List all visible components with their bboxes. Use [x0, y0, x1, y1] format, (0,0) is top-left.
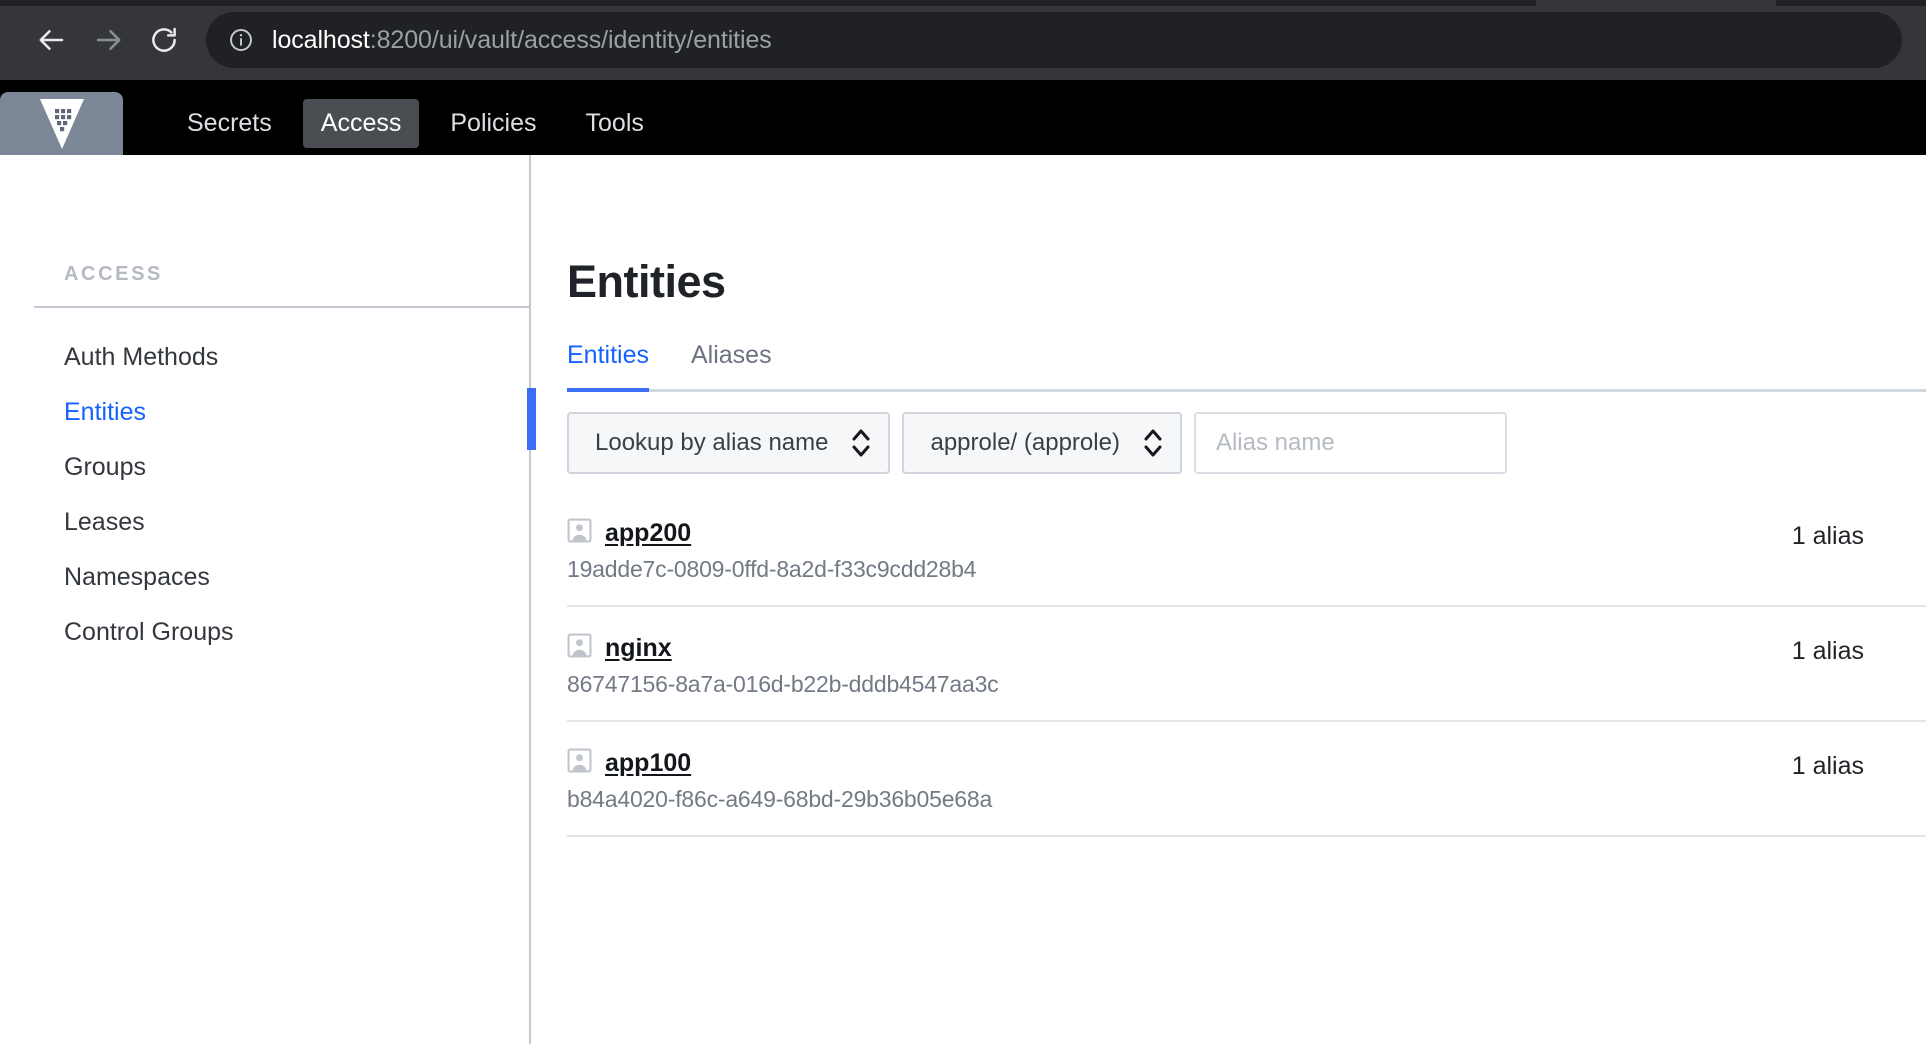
chevron-updown-icon [1142, 425, 1164, 461]
vault-nav-links: Secrets Access Policies Tools [169, 92, 675, 155]
sidebar: ACCESS Auth Methods Entities Groups Leas… [0, 155, 531, 1044]
entity-alias-count: 1 alias [1792, 633, 1926, 666]
vault-logo[interactable] [0, 92, 123, 155]
sidebar-item-groups[interactable]: Groups [0, 440, 529, 495]
alias-name-input[interactable] [1194, 412, 1507, 474]
entity-name-link[interactable]: app200 [605, 519, 691, 548]
entity-id: b84a4020-f86c-a649-68bd-29b36b05e68a [567, 786, 992, 813]
reload-icon [149, 25, 179, 55]
main-content: Entities Entities Aliases Lookup by alia… [531, 155, 1926, 1044]
tab-bar: Entities Aliases [567, 341, 1926, 392]
entity-name-link[interactable]: app100 [605, 749, 691, 778]
lookup-mode-value: Lookup by alias name [595, 429, 828, 457]
back-arrow-icon [37, 25, 67, 55]
site-info-icon[interactable] [228, 27, 254, 53]
entity-alias-count: 1 alias [1792, 518, 1926, 551]
entity-name-line: app200 [567, 518, 976, 548]
vault-top-nav: Secrets Access Policies Tools [0, 80, 1926, 155]
filter-row: Lookup by alias name approle/ (approle) [567, 412, 1926, 474]
entity-person-icon [567, 633, 592, 663]
entity-person-icon [567, 518, 592, 548]
tab-entities[interactable]: Entities [567, 341, 649, 389]
table-row[interactable]: app100 b84a4020-f86c-a649-68bd-29b36b05e… [567, 722, 1926, 837]
table-row[interactable]: nginx 86747156-8a7a-016d-b22b-dddb4547aa… [567, 607, 1926, 722]
url-path: :8200/ui/vault/access/identity/entities [370, 26, 772, 54]
app-body: ACCESS Auth Methods Entities Groups Leas… [0, 155, 1926, 1044]
entity-info: app200 19adde7c-0809-0ffd-8a2d-f33c9cdd2… [567, 518, 976, 583]
sidebar-item-leases[interactable]: Leases [0, 495, 529, 550]
sidebar-item-entities[interactable]: Entities [0, 385, 529, 440]
entity-id: 86747156-8a7a-016d-b22b-dddb4547aa3c [567, 671, 998, 698]
tab-aliases[interactable]: Aliases [691, 341, 772, 389]
browser-tabstrip [0, 0, 1926, 6]
page-title: Entities [567, 256, 1926, 308]
address-bar[interactable]: localhost:8200/ui/vault/access/identity/… [206, 12, 1902, 68]
entity-id: 19adde7c-0809-0ffd-8a2d-f33c9cdd28b4 [567, 556, 976, 583]
chevron-updown-icon [850, 425, 872, 461]
table-row[interactable]: app200 19adde7c-0809-0ffd-8a2d-f33c9cdd2… [567, 492, 1926, 607]
nav-item-policies[interactable]: Policies [432, 99, 554, 148]
url-text: localhost:8200/ui/vault/access/identity/… [272, 26, 772, 55]
mount-value: approle/ (approle) [930, 429, 1119, 457]
reload-button[interactable] [136, 12, 192, 68]
entity-alias-count: 1 alias [1792, 748, 1926, 781]
back-button[interactable] [24, 12, 80, 68]
entity-name-line: nginx [567, 633, 998, 663]
sidebar-nav: Auth Methods Entities Groups Leases Name… [0, 308, 529, 660]
active-section-indicator [527, 388, 536, 450]
entity-list: app200 19adde7c-0809-0ffd-8a2d-f33c9cdd2… [567, 492, 1926, 837]
forward-arrow-icon [93, 25, 123, 55]
nav-item-tools[interactable]: Tools [568, 99, 662, 148]
entity-info: app100 b84a4020-f86c-a649-68bd-29b36b05e… [567, 748, 992, 813]
sidebar-item-auth-methods[interactable]: Auth Methods [0, 330, 529, 385]
entity-name-line: app100 [567, 748, 992, 778]
vault-triangle-icon [38, 95, 86, 153]
sidebar-item-namespaces[interactable]: Namespaces [0, 550, 529, 605]
browser-chrome: localhost:8200/ui/vault/access/identity/… [0, 0, 1926, 80]
url-host: localhost [272, 26, 370, 54]
entity-info: nginx 86747156-8a7a-016d-b22b-dddb4547aa… [567, 633, 998, 698]
mount-select[interactable]: approle/ (approle) [902, 412, 1181, 474]
sidebar-item-control-groups[interactable]: Control Groups [0, 605, 529, 660]
lookup-mode-select[interactable]: Lookup by alias name [567, 412, 890, 474]
nav-item-secrets[interactable]: Secrets [169, 99, 290, 148]
sidebar-heading: ACCESS [0, 263, 529, 286]
forward-button[interactable] [80, 12, 136, 68]
entity-person-icon [567, 748, 592, 778]
nav-item-access[interactable]: Access [303, 99, 420, 148]
entity-name-link[interactable]: nginx [605, 634, 672, 663]
